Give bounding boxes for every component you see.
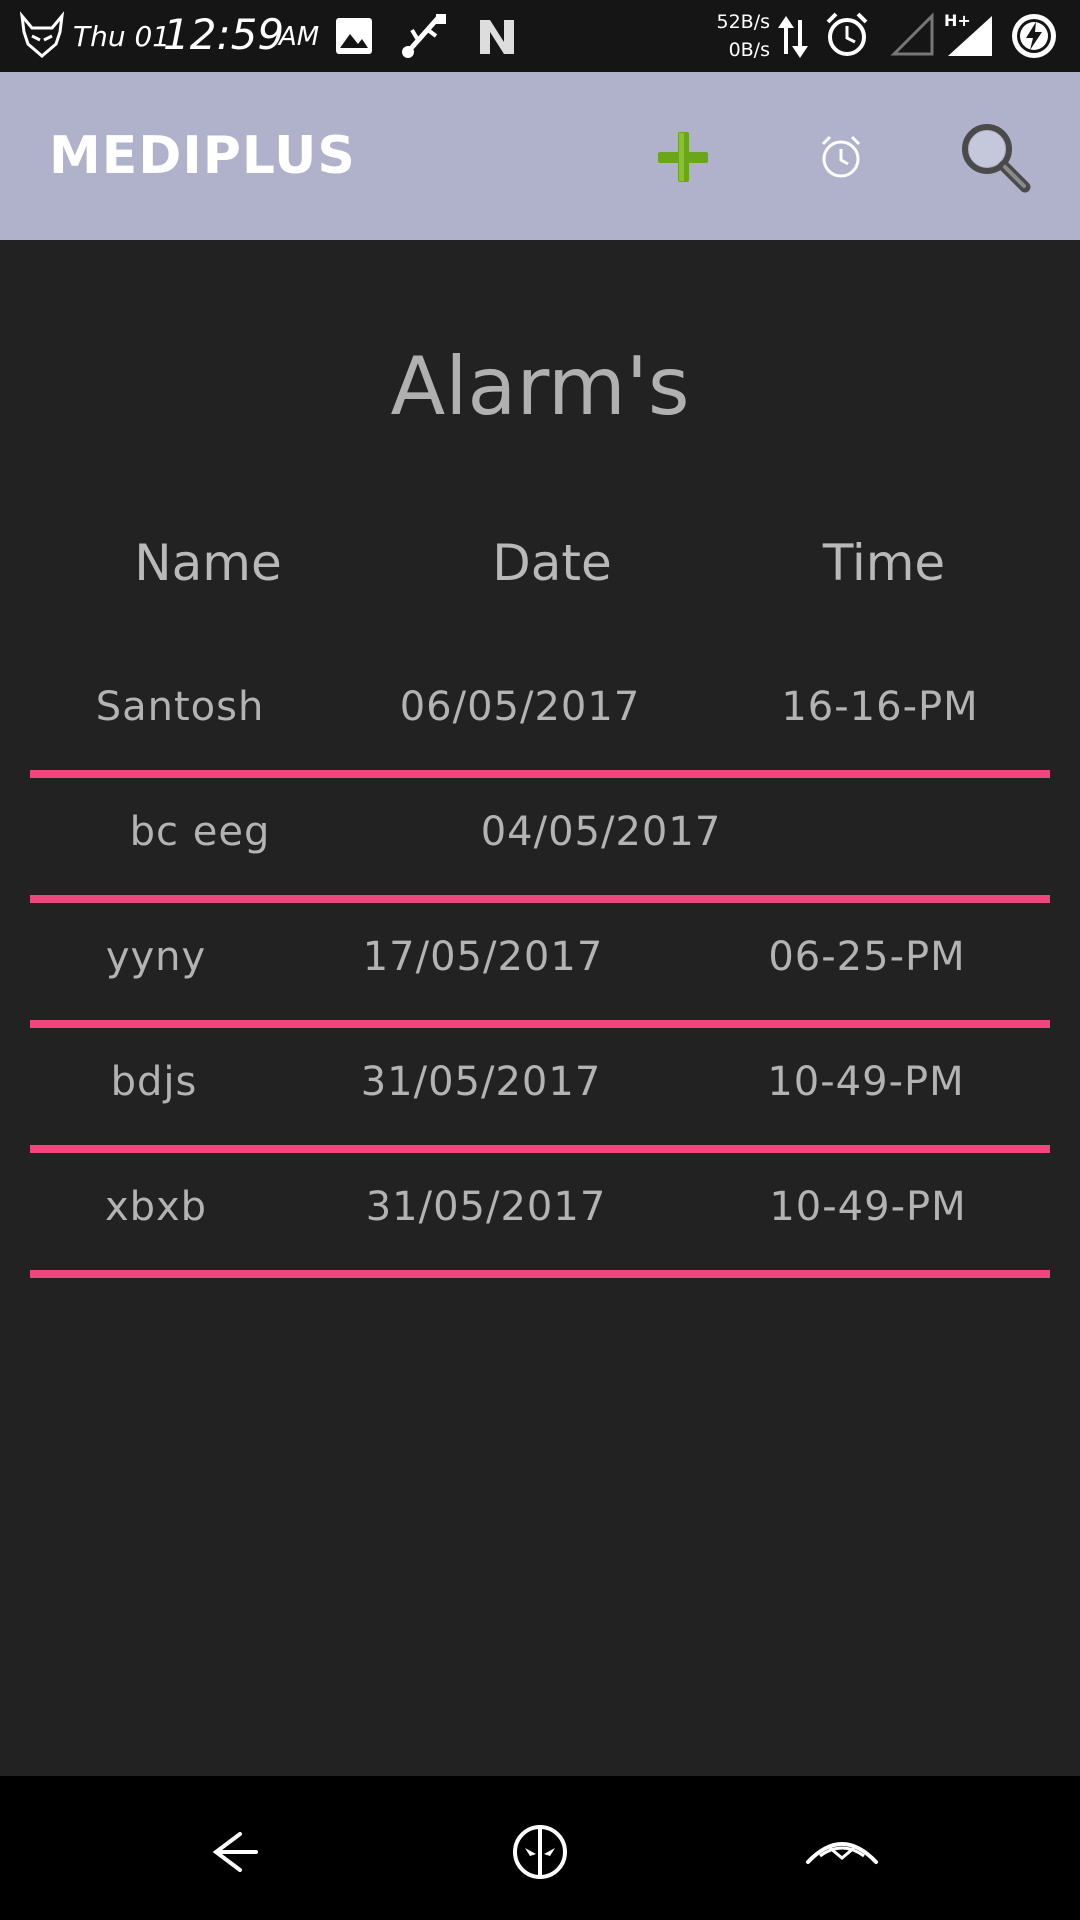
signal-hplus-icon: H+ bbox=[944, 11, 992, 56]
alarm-date: 06/05/2017 bbox=[399, 684, 641, 730]
alarm-row[interactable]: yyny 17/05/2017 06-25-PM bbox=[0, 906, 1080, 1031]
n-logo-icon bbox=[480, 20, 514, 54]
navigation-bar bbox=[0, 1776, 1080, 1920]
alarm-time: 10-49-PM bbox=[769, 1184, 967, 1230]
column-header-date: Date bbox=[492, 534, 612, 592]
alarm-row[interactable]: bdjs 31/05/2017 10-49-PM bbox=[0, 1031, 1080, 1156]
row-divider bbox=[30, 1270, 1050, 1278]
usb-icon bbox=[402, 14, 446, 58]
page-title: Alarm's bbox=[390, 340, 690, 433]
image-icon bbox=[336, 18, 372, 54]
recents-icon bbox=[806, 1842, 878, 1864]
alarm-name: xbxb bbox=[104, 1184, 208, 1230]
alarm-button[interactable] bbox=[796, 112, 886, 202]
status-day: Thu 01 bbox=[73, 20, 171, 53]
row-divider bbox=[30, 1145, 1050, 1153]
status-time: 12:59 bbox=[163, 10, 285, 59]
alarm-date: 31/05/2017 bbox=[365, 1184, 607, 1230]
alarm-list-screen: Alarm's Name Date Time Santosh 06/05/201… bbox=[0, 240, 1080, 1776]
network-speed: 52B/s 0B/s bbox=[708, 8, 770, 64]
signal-empty-icon bbox=[890, 12, 934, 56]
search-icon bbox=[962, 124, 1031, 193]
alarm-name: bc eeg bbox=[129, 809, 271, 855]
status-bar: Thu 01 12:59 AM 52B/s 0B/s H+ bbox=[0, 0, 1080, 72]
row-divider bbox=[30, 895, 1050, 903]
alarm-time: 10-49-PM bbox=[767, 1059, 965, 1105]
search-button[interactable] bbox=[950, 112, 1040, 202]
speed-down: 0B/s bbox=[728, 39, 770, 61]
battery-charging-icon bbox=[1012, 14, 1056, 58]
recents-button[interactable] bbox=[802, 1812, 882, 1892]
alarm-date: 31/05/2017 bbox=[360, 1059, 602, 1105]
alarm-name: bdjs bbox=[110, 1059, 198, 1105]
alarm-icon bbox=[826, 12, 868, 56]
alarm-date: 04/05/2017 bbox=[480, 809, 722, 855]
add-icon bbox=[658, 132, 708, 182]
add-button[interactable] bbox=[638, 112, 728, 202]
data-transfer-icon bbox=[778, 16, 808, 58]
svg-text:H+: H+ bbox=[944, 11, 971, 30]
alarm-time: 06-25-PM bbox=[768, 934, 966, 980]
back-button[interactable] bbox=[196, 1812, 276, 1892]
app-title: MEDIPLUS bbox=[49, 126, 356, 186]
speed-up: 52B/s bbox=[716, 11, 770, 33]
devil-logo-icon bbox=[19, 11, 65, 58]
row-divider bbox=[30, 1020, 1050, 1028]
alarm-name: Santosh bbox=[95, 684, 265, 730]
home-icon bbox=[513, 1825, 567, 1879]
alarm-row[interactable]: Santosh 06/05/2017 16-16-PM bbox=[0, 656, 1080, 781]
home-button[interactable] bbox=[500, 1812, 580, 1892]
row-divider bbox=[30, 770, 1050, 778]
column-header-time: Time bbox=[822, 534, 946, 592]
status-ampm: AM bbox=[279, 22, 320, 52]
column-header-name: Name bbox=[134, 534, 282, 592]
alarm-row[interactable]: bc eeg 04/05/2017 bbox=[0, 781, 1080, 906]
app-bar: MEDIPLUS bbox=[0, 72, 1080, 240]
alarm-row[interactable]: xbxb 31/05/2017 10-49-PM bbox=[0, 1156, 1080, 1281]
alarm-name: yyny bbox=[105, 934, 207, 980]
alarm-time: 16-16-PM bbox=[781, 684, 979, 730]
alarm-date: 17/05/2017 bbox=[362, 934, 604, 980]
alarm-icon bbox=[821, 135, 861, 178]
back-icon bbox=[212, 1832, 258, 1872]
